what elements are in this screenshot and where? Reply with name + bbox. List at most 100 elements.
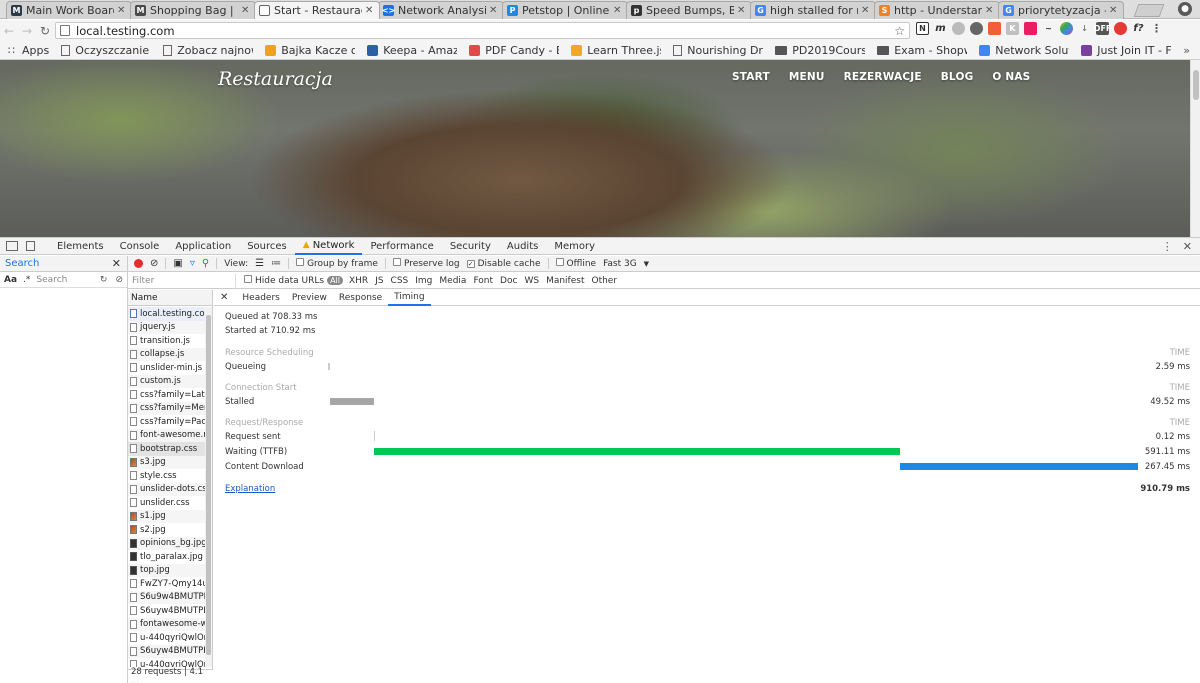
browser-tab-title[interactable]: Petstop | Online Pe xyxy=(522,4,610,17)
refresh-search-icon[interactable]: ↻ xyxy=(100,275,108,285)
bookmark-label[interactable]: Oczyszczanie w xyxy=(75,44,151,57)
tab-close-icon[interactable]: ✕ xyxy=(861,5,871,16)
site-nav-link[interactable]: MENU xyxy=(789,71,825,83)
bookmark-item[interactable]: Zobacz najnow xyxy=(163,44,253,57)
bookmark-item[interactable]: Exam - Shopwar xyxy=(877,44,967,57)
bookmark-label[interactable]: Apps xyxy=(22,44,49,57)
filter-type-ws[interactable]: WS xyxy=(524,276,539,286)
forward-arrow-icon[interactable]: → xyxy=(18,24,36,38)
bookmark-item[interactable]: PDF Candy - Edit xyxy=(469,44,559,57)
disable-cache-checkbox[interactable]: ✓ Disable cache xyxy=(466,259,541,269)
bookmark-label[interactable]: Exam - Shopwar xyxy=(894,44,967,57)
request-row[interactable]: u-440qyriQwlOr.. xyxy=(128,658,205,667)
devtools-tab-label[interactable]: Audits xyxy=(507,241,538,252)
browser-tab-title[interactable]: http - Understandin xyxy=(894,4,982,17)
request-name[interactable]: jquery.js xyxy=(140,322,175,332)
search-drawer-close-icon[interactable]: ✕ xyxy=(112,257,121,270)
throttling-select[interactable]: Fast 3G ▼ xyxy=(603,259,649,269)
filter-type-css[interactable]: CSS xyxy=(391,276,409,286)
request-name[interactable]: S6uyw4BMUTPH.. xyxy=(140,606,205,616)
devtools-tab-audits[interactable]: Audits xyxy=(499,238,546,255)
request-name[interactable]: s2.jpg xyxy=(140,525,166,535)
request-row[interactable]: local.testing.com xyxy=(128,307,205,321)
pink-extension-icon[interactable] xyxy=(1024,22,1037,35)
clear-search-icon[interactable]: ⊘ xyxy=(115,275,123,285)
request-row[interactable]: FwZY7-Qmy14u9.. xyxy=(128,577,205,591)
request-row[interactable]: unslider.css xyxy=(128,496,205,510)
site-nav-link[interactable]: BLOG xyxy=(941,71,974,83)
browser-tab[interactable]: Ghigh stalled for req✕ xyxy=(750,1,876,19)
request-name[interactable]: bootstrap.css xyxy=(140,444,197,454)
devtools-tab-network[interactable]: ▲ Network xyxy=(294,238,363,255)
browser-tab[interactable]: p Speed Bumps, Bike✕ xyxy=(626,1,752,19)
page-scrollbar[interactable] xyxy=(1190,60,1200,237)
name-column-header[interactable]: Name xyxy=(128,290,212,306)
bookmark-label[interactable]: PD2019Courses xyxy=(792,44,865,57)
checkbox-icon[interactable] xyxy=(296,258,305,266)
offline-checkbox[interactable]: Offline xyxy=(555,258,596,269)
request-name[interactable]: u-440qyriQwlOr.. xyxy=(140,633,205,643)
request-row[interactable]: unslider-min.js xyxy=(128,361,205,375)
browser-tab-title[interactable]: priorytetyzacja - Go xyxy=(1018,4,1106,17)
request-name[interactable]: opinions_bg.jpg xyxy=(140,538,205,548)
devtools-tab-label[interactable]: Security xyxy=(450,241,491,252)
bookmark-item[interactable]: Network Solutio xyxy=(979,44,1069,57)
checkbox-icon[interactable] xyxy=(555,258,564,266)
devtools-tab-label[interactable]: Elements xyxy=(57,241,104,252)
request-row[interactable]: S6uyw4BMUTPH.. xyxy=(128,604,205,618)
request-row[interactable]: top.jpg xyxy=(128,563,205,577)
devtools-tab-label[interactable]: Memory xyxy=(554,241,595,252)
filter-type-all[interactable]: All xyxy=(327,276,343,285)
request-row[interactable]: bootstrap.css xyxy=(128,442,205,456)
browser-tab-title[interactable]: Shopping Bag | Mo xyxy=(150,4,238,17)
bookmark-label[interactable]: Bajka Kacze opo xyxy=(281,44,355,57)
n-extension-icon[interactable]: N xyxy=(916,22,929,35)
bookmark-label[interactable]: PDF Candy - Edit xyxy=(485,44,559,57)
request-name[interactable]: FwZY7-Qmy14u9.. xyxy=(140,579,205,589)
request-row[interactable]: css?family=Merri.. xyxy=(128,401,205,415)
browser-tab-title[interactable]: Network Analysis R xyxy=(398,4,486,17)
detail-tab-response[interactable]: Response xyxy=(333,290,388,306)
waterfall-icon[interactable]: ≔ xyxy=(271,258,281,269)
request-name[interactable]: fontawesome-w.. xyxy=(140,619,205,629)
request-row[interactable]: font-awesome.m.. xyxy=(128,428,205,442)
request-row[interactable]: style.css xyxy=(128,469,205,483)
tab-close-icon[interactable]: ✕ xyxy=(117,5,127,16)
request-row[interactable]: S6u9w4BMUTPH.. xyxy=(128,590,205,604)
detail-tab-timing[interactable]: Timing xyxy=(388,290,431,306)
request-name[interactable]: unslider.css xyxy=(140,498,190,508)
bookmark-item[interactable]: Oczyszczanie w xyxy=(61,44,151,57)
tab-close-icon[interactable]: ✕ xyxy=(489,5,499,16)
devtools-menu-icon[interactable]: ⋮ xyxy=(1162,240,1173,253)
off-extension-icon[interactable]: OFF xyxy=(1094,22,1111,35)
request-name[interactable]: style.css xyxy=(140,471,177,481)
profile-avatar-icon[interactable]: ● xyxy=(1178,2,1192,16)
request-row[interactable]: s2.jpg xyxy=(128,523,205,537)
clear-log-icon[interactable]: ⊘ xyxy=(150,258,158,269)
address-url[interactable]: local.testing.com xyxy=(76,24,175,38)
devtools-tab-memory[interactable]: Memory xyxy=(546,238,603,255)
bookmark-star-icon[interactable]: ☆ xyxy=(894,24,905,38)
browser-tab-title[interactable]: high stalled for req xyxy=(770,4,858,17)
tab-close-icon[interactable]: ✕ xyxy=(241,5,251,16)
record-button-icon[interactable] xyxy=(134,259,143,268)
page-scrollbar-thumb[interactable] xyxy=(1193,70,1199,100)
site-brand-logo[interactable]: Restauracja xyxy=(218,68,333,90)
request-row[interactable]: css?family=Pacific xyxy=(128,415,205,429)
bookmark-item[interactable]: Nourishing Dra xyxy=(673,44,763,57)
inspect-element-icon[interactable] xyxy=(6,241,18,251)
filter-type-other[interactable]: Other xyxy=(591,276,617,286)
red-circle-extension-icon[interactable] xyxy=(1114,22,1127,35)
request-list-scrollbar-thumb[interactable] xyxy=(206,315,211,655)
bookmark-item[interactable]: Bajka Kacze opo xyxy=(265,44,355,57)
f-extension-icon[interactable]: f? xyxy=(1132,22,1145,35)
request-row[interactable]: tlo_paralax.jpg xyxy=(128,550,205,564)
m-extension-icon[interactable]: m xyxy=(934,22,947,35)
request-row[interactable]: fontawesome-w.. xyxy=(128,617,205,631)
reload-icon[interactable]: ↻ xyxy=(36,24,54,38)
browser-tab-title[interactable]: Speed Bumps, Bike xyxy=(646,4,734,17)
request-row[interactable]: transition.js xyxy=(128,334,205,348)
filter-type-js[interactable]: JS xyxy=(375,276,383,286)
filter-funnel-icon[interactable]: ▿ xyxy=(190,258,195,269)
grey-circle-extension-icon[interactable] xyxy=(952,22,965,35)
